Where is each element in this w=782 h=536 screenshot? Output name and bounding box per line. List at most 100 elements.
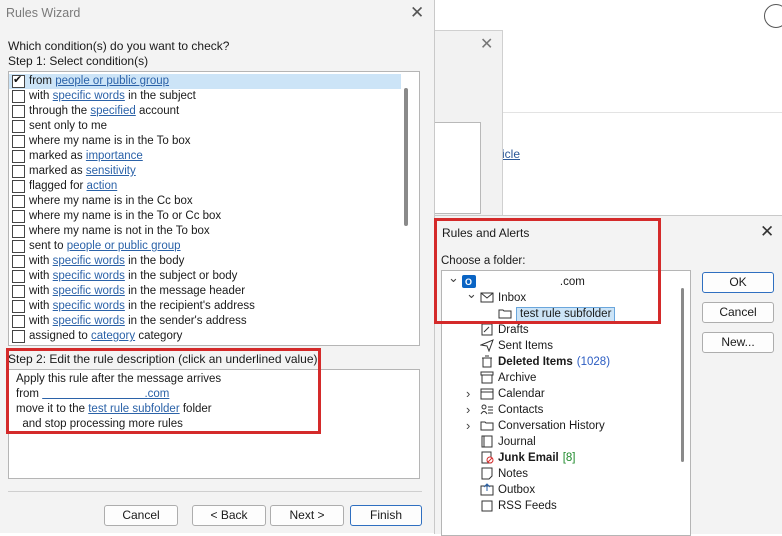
folder-row[interactable]: Junk Email [8] — [442, 450, 682, 466]
condition-checkbox[interactable] — [12, 105, 25, 118]
condition-link[interactable]: people or public group — [67, 240, 181, 252]
condition-checkbox[interactable] — [12, 135, 25, 148]
scrollbar[interactable] — [404, 88, 408, 226]
folder-row[interactable]: Sent Items — [442, 338, 682, 354]
condition-checkbox[interactable] — [12, 73, 25, 88]
condition-link[interactable]: specific words — [53, 270, 125, 282]
condition-link[interactable]: importance — [86, 150, 143, 162]
condition-text: sent only to me — [29, 119, 107, 134]
folder-row[interactable]: RSS Feeds — [442, 498, 682, 514]
condition-label: from — [29, 75, 56, 87]
folder-row[interactable]: Journal — [442, 434, 682, 450]
condition-link[interactable]: specific words — [53, 255, 125, 267]
journal-icon — [480, 435, 494, 448]
folder-label: Deleted Items (1028) — [498, 354, 610, 370]
folder-name: Outbox — [498, 484, 536, 496]
condition-row[interactable]: where my name is in the Cc box — [9, 194, 401, 209]
condition-checkbox[interactable] — [12, 210, 25, 223]
back-button[interactable]: < Back — [192, 505, 266, 526]
sent-icon — [479, 339, 494, 353]
condition-checkbox[interactable] — [12, 195, 25, 208]
conditions-list[interactable]: from people or public groupwith specific… — [8, 71, 420, 346]
condition-row[interactable]: with specific words in the message heade… — [9, 284, 401, 299]
folder-row[interactable]: › Conversation History — [442, 418, 682, 434]
condition-row[interactable]: marked as importance — [9, 149, 401, 164]
condition-label: where my name is in the To box — [29, 135, 191, 147]
bg-circle-button[interactable] — [764, 4, 782, 28]
condition-row[interactable]: where my name is in the To box — [9, 134, 401, 149]
folder-count-badge: (1028) — [576, 356, 611, 368]
condition-row[interactable]: from people or public group — [9, 73, 401, 89]
condition-label: where my name is not in the To box — [29, 225, 210, 237]
condition-checkbox[interactable] — [12, 150, 25, 163]
notes-icon — [480, 467, 494, 480]
condition-label: account — [135, 105, 180, 117]
condition-row[interactable]: through the specified account — [9, 104, 401, 119]
condition-text: with specific words in the message heade… — [29, 284, 245, 299]
condition-link[interactable]: specified — [90, 105, 135, 117]
close-icon[interactable]: ✕ — [410, 3, 424, 23]
condition-checkbox[interactable] — [12, 180, 25, 193]
ok-button[interactable]: OK — [702, 272, 774, 293]
condition-row[interactable]: marked as sensitivity — [9, 164, 401, 179]
condition-checkbox[interactable] — [12, 330, 25, 343]
condition-checkbox[interactable] — [12, 225, 25, 238]
condition-link[interactable]: specific words — [53, 90, 125, 102]
condition-text: with specific words in the subject — [29, 89, 196, 104]
finish-button[interactable]: Finish — [350, 505, 422, 526]
condition-link[interactable]: action — [87, 180, 118, 192]
condition-checkbox[interactable] — [12, 270, 25, 283]
chevron-right-icon[interactable]: › — [466, 386, 476, 402]
condition-row[interactable]: flagged for action — [9, 179, 401, 194]
close-icon[interactable]: ✕ — [760, 222, 774, 242]
folder-row[interactable]: Drafts — [442, 322, 682, 338]
condition-row[interactable]: sent only to me — [9, 119, 401, 134]
scrollbar[interactable] — [681, 288, 684, 462]
folder-name: Sent Items — [498, 340, 553, 352]
folder-row[interactable]: › Contacts — [442, 402, 682, 418]
condition-checkbox[interactable] — [12, 90, 25, 103]
folder-name: Junk Email — [498, 452, 559, 464]
condition-checkbox[interactable] — [12, 285, 25, 298]
folder-row[interactable]: Deleted Items (1028) — [442, 354, 682, 370]
chevron-right-icon[interactable]: › — [466, 418, 476, 434]
condition-checkbox[interactable] — [12, 240, 25, 253]
condition-link[interactable]: specific words — [53, 285, 125, 297]
condition-link[interactable]: specific words — [53, 315, 125, 327]
folder-label: Outbox — [498, 482, 535, 498]
condition-row[interactable]: with specific words in the body — [9, 254, 401, 269]
close-icon[interactable]: ✕ — [480, 34, 493, 54]
condition-row[interactable]: with specific words in the sender's addr… — [9, 314, 401, 329]
condition-row[interactable]: with specific words in the recipient's a… — [9, 299, 401, 314]
condition-checkbox[interactable] — [12, 300, 25, 313]
condition-row[interactable]: sent to people or public group — [9, 239, 401, 254]
folder-label: Archive — [498, 370, 536, 386]
next-button[interactable]: Next > — [270, 505, 344, 526]
condition-link[interactable]: sensitivity — [86, 165, 136, 177]
folder-row[interactable]: Outbox — [442, 482, 682, 498]
bg-link[interactable]: icle — [502, 147, 520, 161]
folder-name: Notes — [498, 468, 529, 480]
condition-checkbox[interactable] — [12, 120, 25, 133]
chevron-right-icon[interactable]: › — [466, 402, 476, 418]
condition-row[interactable]: where my name is not in the To box — [9, 224, 401, 239]
new-folder-button[interactable]: New... — [702, 332, 774, 353]
folder-row[interactable]: › Calendar — [442, 386, 682, 402]
condition-checkbox[interactable] — [12, 315, 25, 328]
condition-text: sent to people or public group — [29, 239, 181, 254]
condition-row[interactable]: with specific words in the subject — [9, 89, 401, 104]
drafts-icon — [480, 323, 494, 336]
condition-checkbox[interactable] — [12, 165, 25, 178]
condition-link[interactable]: category — [91, 330, 135, 342]
folder-icon — [480, 419, 494, 432]
condition-row[interactable]: assigned to category category — [9, 329, 401, 344]
condition-link[interactable]: people or public group — [55, 75, 169, 87]
cancel-button[interactable]: Cancel — [104, 505, 178, 526]
condition-link[interactable]: specific words — [53, 300, 125, 312]
condition-row[interactable]: where my name is in the To or Cc box — [9, 209, 401, 224]
folder-row[interactable]: Archive — [442, 370, 682, 386]
condition-row[interactable]: with specific words in the subject or bo… — [9, 269, 401, 284]
cancel-button[interactable]: Cancel — [702, 302, 774, 323]
folder-row[interactable]: Notes — [442, 466, 682, 482]
condition-checkbox[interactable] — [12, 255, 25, 268]
